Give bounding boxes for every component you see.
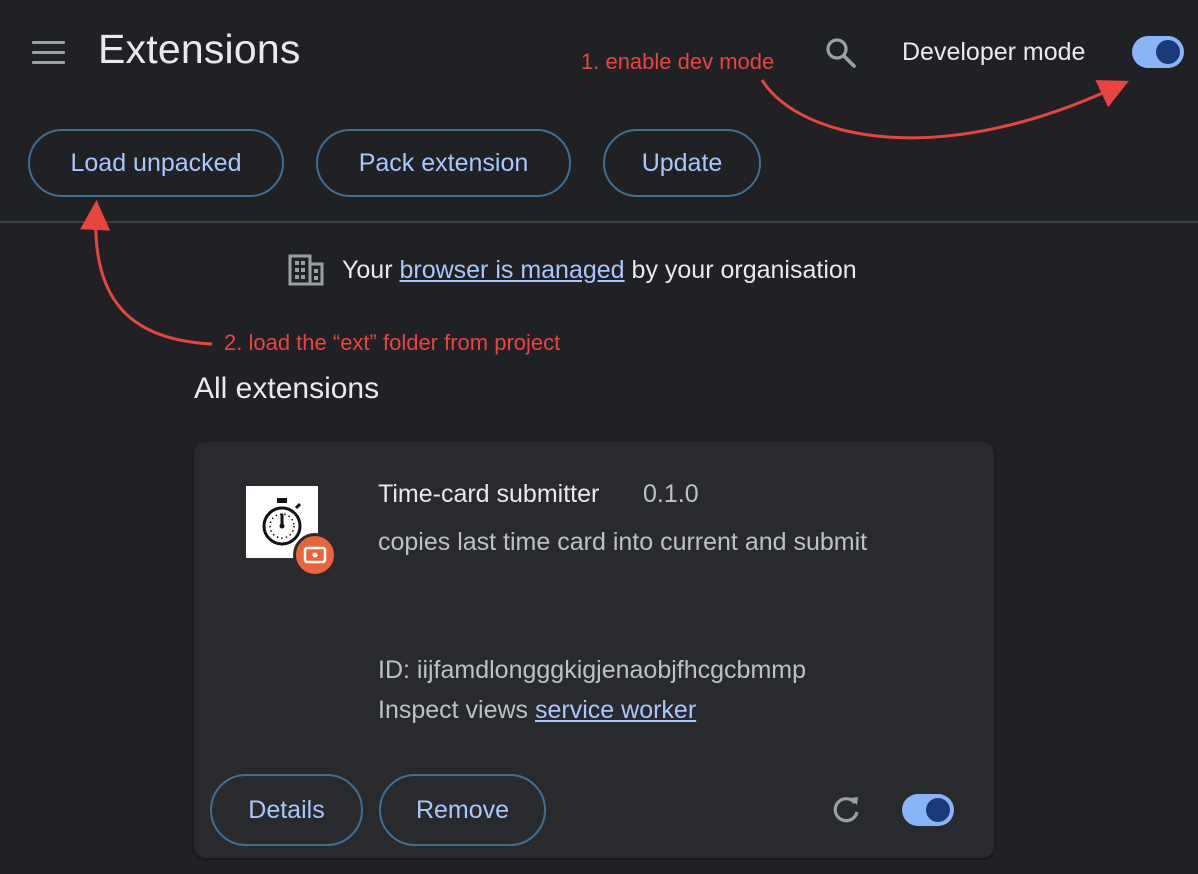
- inspect-views: Inspect views service worker: [378, 696, 696, 725]
- annotation-step-1: 1. enable dev mode: [581, 49, 775, 74]
- toggle-knob: [926, 798, 950, 822]
- arrow-to-load-unpacked: [80, 200, 213, 346]
- managed-link[interactable]: browser is managed: [399, 256, 624, 285]
- building-icon: [288, 254, 324, 286]
- toggle-knob: [1156, 40, 1180, 64]
- extension-card: Time-card submitter 0.1.0 copies last ti…: [194, 442, 994, 858]
- menu-icon[interactable]: [32, 38, 66, 66]
- pack-extension-button[interactable]: Pack extension: [316, 129, 571, 197]
- arrow-to-dev-toggle: [760, 79, 1129, 140]
- search-icon[interactable]: [822, 34, 860, 72]
- extension-name: Time-card submitter: [378, 480, 600, 508]
- developer-mode-label: Developer mode: [902, 38, 1086, 66]
- unpacked-badge-icon: [293, 533, 337, 577]
- service-worker-link[interactable]: service worker: [535, 696, 696, 724]
- remove-button[interactable]: Remove: [379, 774, 546, 846]
- annotation-step-2: 2. load the “ext” folder from project: [224, 330, 561, 355]
- toolbar-divider: [0, 221, 1198, 223]
- extension-description: copies last time card into current and s…: [378, 528, 868, 556]
- extensions-page: Extensions Developer mode Load unpacked …: [0, 0, 1198, 874]
- extension-enable-toggle[interactable]: [902, 794, 954, 826]
- page-title: Extensions: [98, 26, 301, 72]
- extension-version: 0.1.0: [643, 480, 699, 508]
- managed-suffix: by your organisation: [631, 255, 857, 284]
- load-unpacked-button[interactable]: Load unpacked: [28, 129, 284, 197]
- inspect-views-label: Inspect views: [378, 696, 529, 724]
- extension-id: ID: iijfamdlongggkigjenaobjfhcgcbmmp: [378, 656, 807, 684]
- managed-notice: Your browser is managed by your organisa…: [288, 253, 857, 287]
- section-title: All extensions: [194, 372, 380, 405]
- details-button[interactable]: Details: [210, 774, 363, 846]
- reload-icon[interactable]: [828, 792, 864, 828]
- update-button[interactable]: Update: [603, 129, 761, 197]
- developer-mode-toggle[interactable]: [1132, 36, 1184, 68]
- managed-prefix: Your: [342, 255, 393, 284]
